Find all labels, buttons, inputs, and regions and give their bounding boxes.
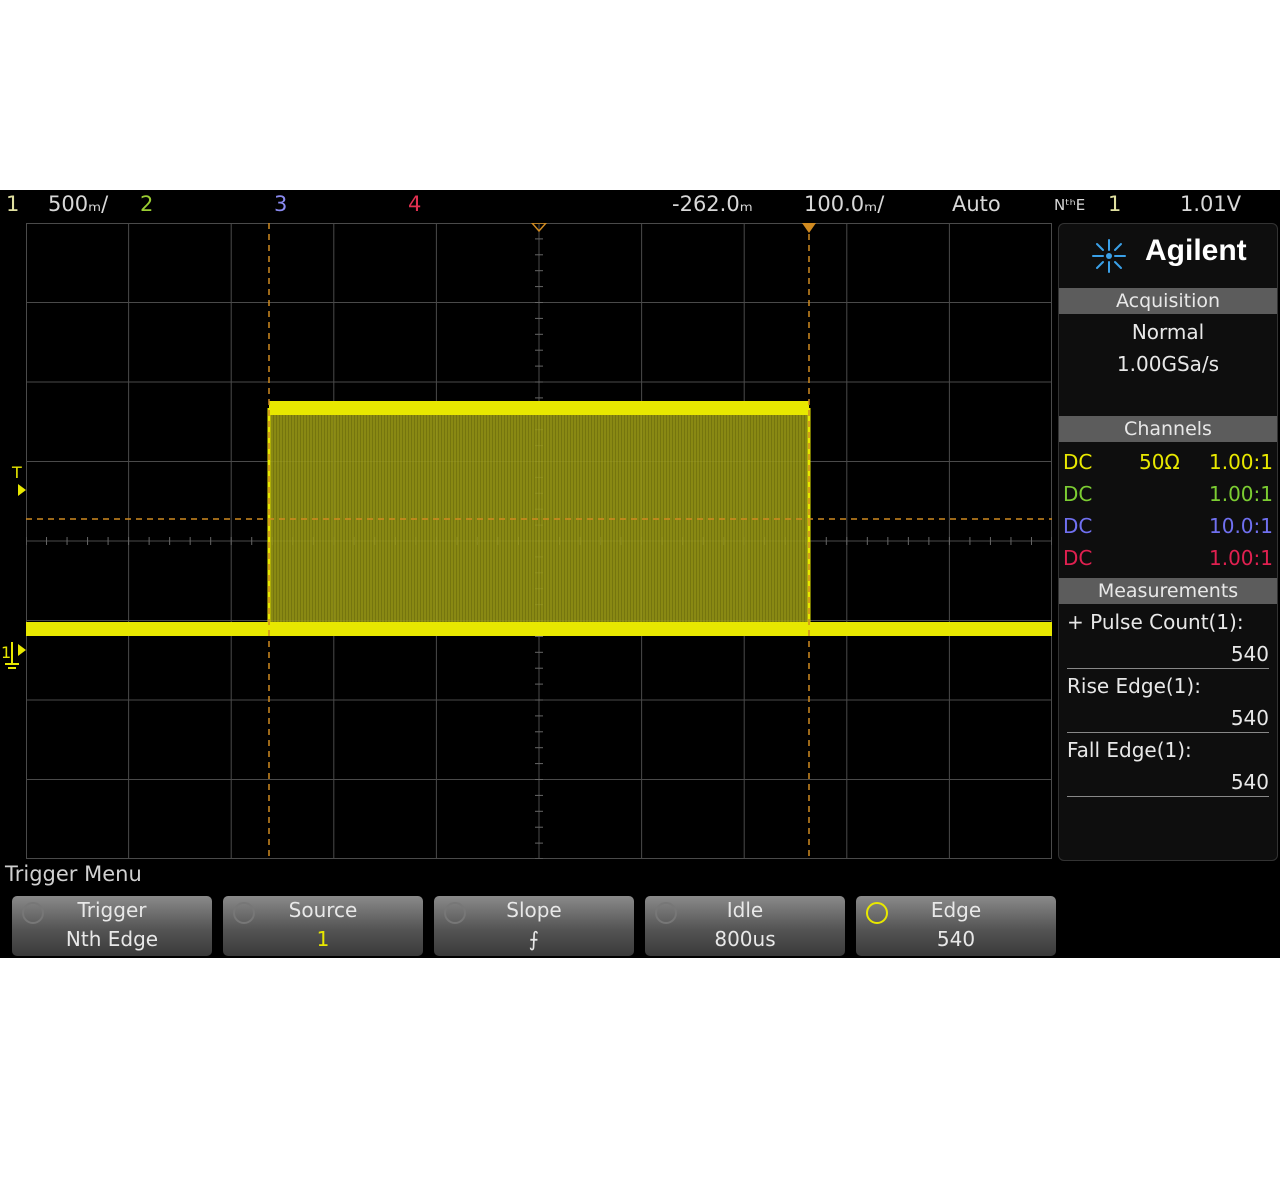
info-panel: Agilent Acquisition Normal 1.00GSa/s Cha…	[1058, 223, 1278, 861]
ch1-coupling: DC	[1063, 450, 1093, 474]
divider	[1067, 732, 1269, 733]
ch3-label[interactable]: 3	[274, 192, 287, 216]
ch1-ground-marker[interactable]: 1	[1, 642, 26, 669]
svg-text:1: 1	[1, 643, 11, 662]
softkey-idle[interactable]: Idle 800us	[645, 896, 845, 956]
ch1-scale[interactable]: 500ₘ/	[48, 192, 108, 216]
menu-title: Trigger Menu	[5, 862, 142, 886]
measurement-value: 540	[1230, 706, 1269, 730]
softkey-slope[interactable]: Slope ⨍	[434, 896, 634, 956]
softkey-label: Edge	[930, 898, 982, 922]
ch1-label[interactable]: 1	[6, 192, 19, 216]
ch1-impedance: 50Ω	[1139, 450, 1180, 474]
acquisition-header[interactable]: Acquisition	[1059, 288, 1277, 314]
measurement-label: + Pulse Count(1):	[1067, 610, 1244, 634]
softkey-label: Slope	[506, 898, 562, 922]
brand-header: Agilent	[1059, 224, 1277, 282]
measurement-label: Rise Edge(1):	[1067, 674, 1201, 698]
measurement-label: Fall Edge(1):	[1067, 738, 1192, 762]
ch4-probe: 1.00:1	[1209, 546, 1273, 570]
divider	[1067, 668, 1269, 669]
softkey-label: Source	[288, 898, 358, 922]
pulse-low-level	[26, 622, 1052, 636]
channel-markers: T 1	[1, 463, 26, 669]
acquisition-mode: Normal	[1131, 320, 1205, 344]
time-delay[interactable]: -262.0ₘ	[672, 192, 753, 216]
oscilloscope-screen: 1 500ₘ/ 2 3 4 -262.0ₘ 100.0ₘ/ Auto NᵗʰE …	[0, 190, 1280, 958]
trigger-source[interactable]: 1	[1108, 192, 1121, 216]
softkey-value: 800us	[714, 927, 776, 951]
status-bar: 1 500ₘ/ 2 3 4 -262.0ₘ 100.0ₘ/ Auto NᵗʰE …	[0, 190, 1280, 222]
sample-rate: 1.00GSa/s	[1116, 352, 1220, 376]
svg-text:T: T	[11, 463, 22, 482]
ch1-probe: 1.00:1	[1209, 450, 1273, 474]
waveform-display[interactable]	[26, 223, 1052, 859]
softkey-edge[interactable]: Edge 540	[856, 896, 1056, 956]
channels-header[interactable]: Channels	[1059, 416, 1277, 442]
trigger-point-marker	[802, 223, 816, 233]
softkey-value: 540	[936, 927, 976, 951]
divider	[1067, 796, 1269, 797]
measurements-header[interactable]: Measurements	[1059, 578, 1277, 604]
ch2-label[interactable]: 2	[140, 192, 153, 216]
softkey-value: ⨍	[528, 927, 540, 951]
agilent-spark-icon	[1092, 239, 1126, 273]
brand-name: Agilent	[1145, 234, 1247, 267]
ch2-coupling: DC	[1063, 482, 1093, 506]
softkey-source[interactable]: Source 1	[223, 896, 423, 956]
trigger-level[interactable]: 1.01V	[1180, 192, 1241, 216]
softkey-label: Trigger	[77, 898, 147, 922]
ch4-label[interactable]: 4	[408, 192, 421, 216]
time-scale[interactable]: 100.0ₘ/	[804, 192, 884, 216]
softkey-label: Idle	[726, 898, 764, 922]
ch3-probe: 10.0:1	[1209, 514, 1273, 538]
ch2-probe: 1.00:1	[1209, 482, 1273, 506]
softkey-trigger[interactable]: Trigger Nth Edge	[12, 896, 212, 956]
measurement-value: 540	[1230, 770, 1269, 794]
ch3-coupling: DC	[1063, 514, 1093, 538]
ch4-coupling: DC	[1063, 546, 1093, 570]
trigger-type[interactable]: NᵗʰE	[1054, 196, 1085, 214]
measurement-value: 540	[1230, 642, 1269, 666]
pulse-high-level	[269, 401, 809, 415]
softkey-value: Nth Edge	[65, 927, 159, 951]
trigger-mode[interactable]: Auto	[952, 192, 1001, 216]
trigger-level-marker[interactable]: T	[11, 463, 26, 496]
graticule	[26, 223, 1052, 859]
softkey-value: 1	[316, 927, 330, 951]
